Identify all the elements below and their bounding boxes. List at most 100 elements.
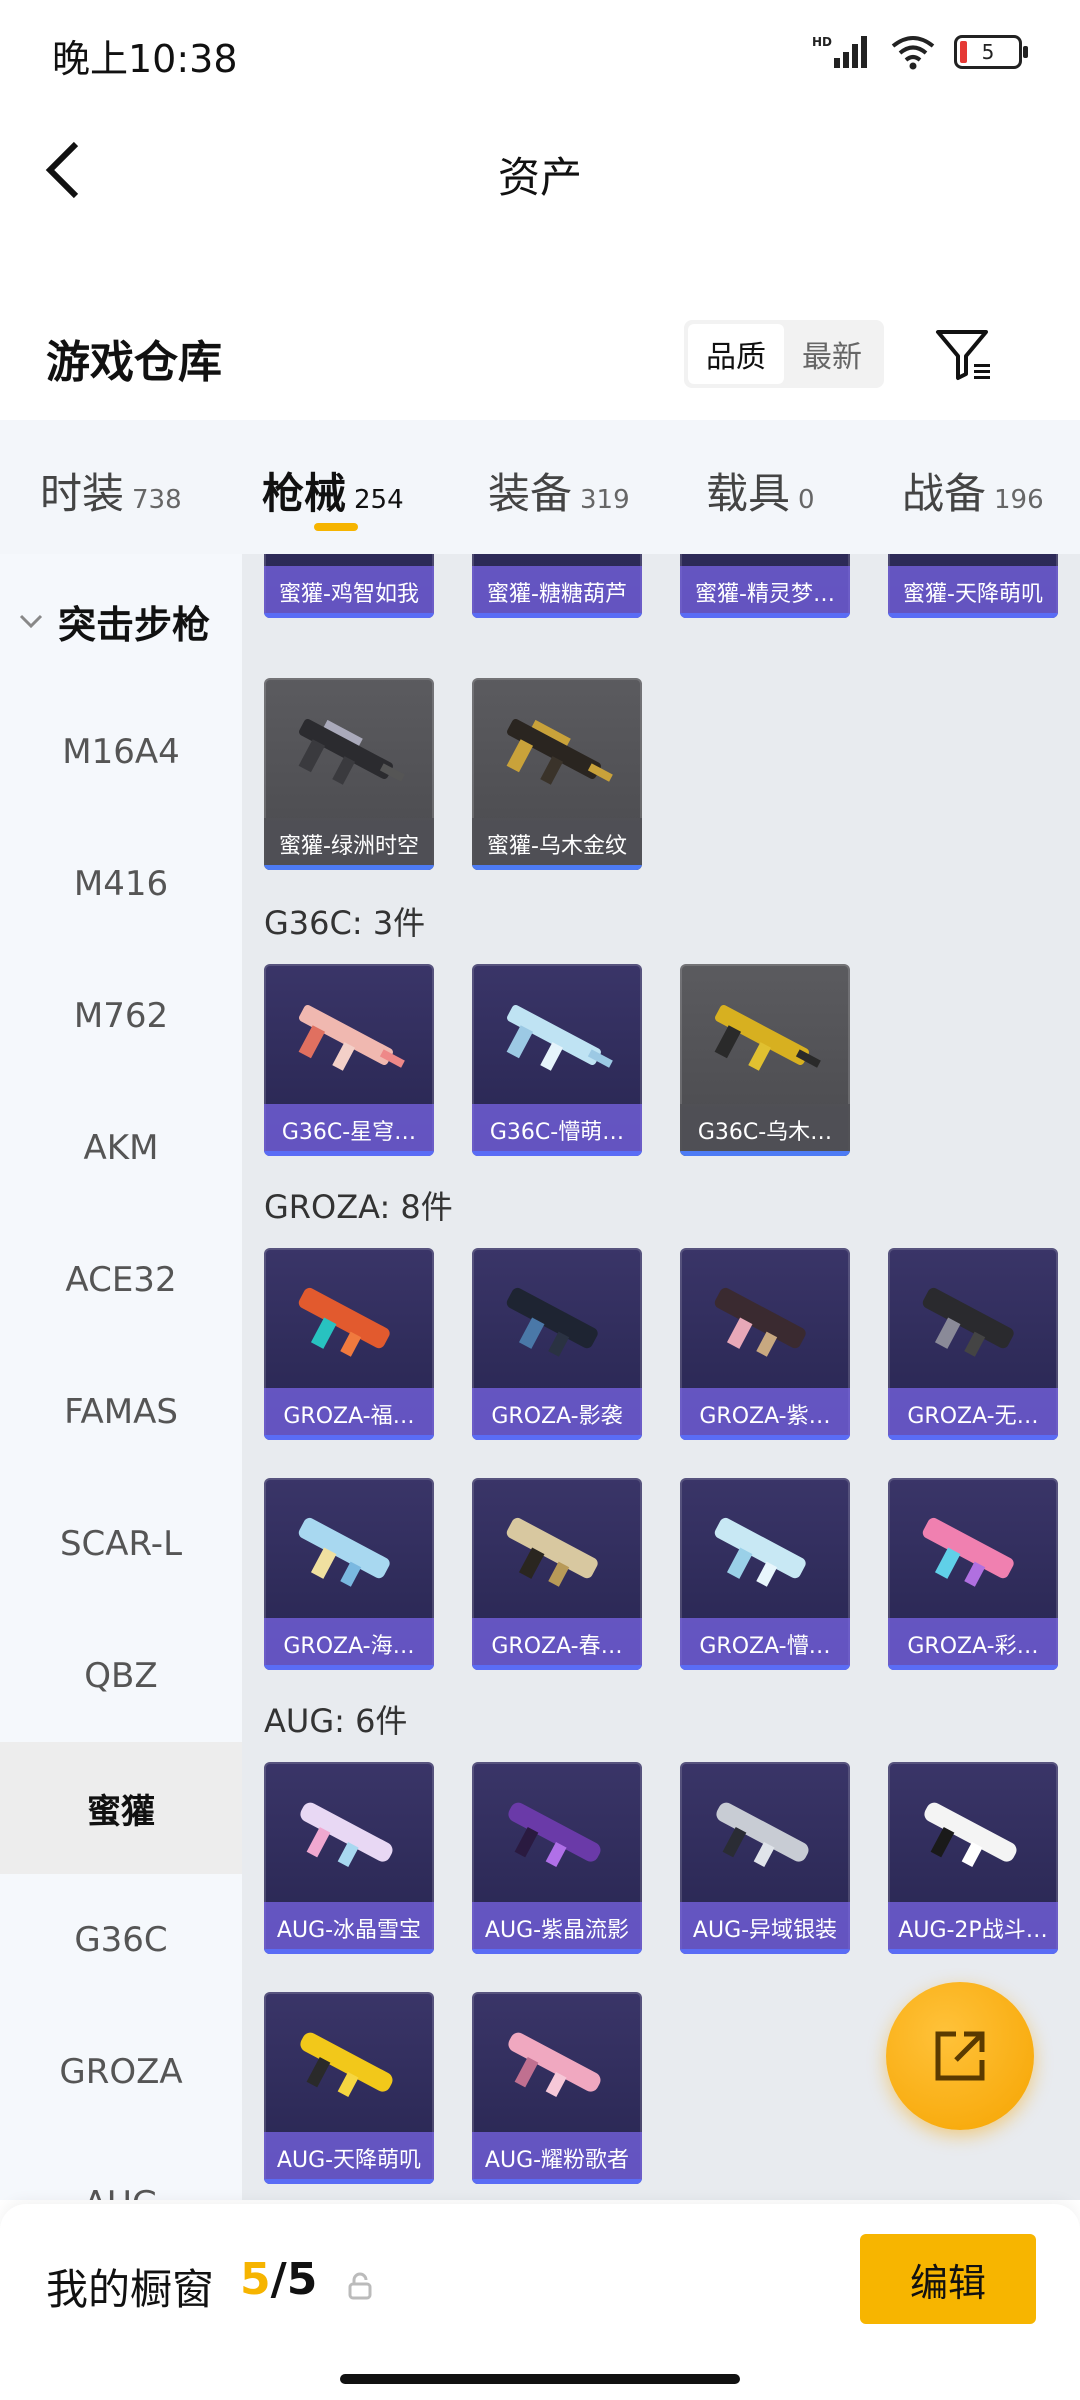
skin-card[interactable]: GROZA-福… <box>264 1248 434 1440</box>
skin-card[interactable]: AUG-2P战斗… <box>888 1762 1058 1954</box>
tab-label: 战备 <box>902 469 987 518</box>
section-title: 游戏仓库 <box>46 337 222 388</box>
skin-card[interactable]: 蜜獾-糖糖葫芦 <box>472 554 642 618</box>
showcase-bar: 我的橱窗 5/5 编辑 <box>0 2204 1080 2400</box>
skin-card[interactable]: 蜜獾-乌木金纹 <box>472 678 642 870</box>
status-bar: 晚上10:38 HD 5 <box>0 0 1080 110</box>
tab-count: 196 <box>994 485 1044 515</box>
sidebar-item-groza[interactable]: GROZA <box>0 2006 242 2138</box>
svg-text:HD: HD <box>812 35 832 49</box>
showcase-total: /5 <box>270 2254 318 2305</box>
tab-vehicles[interactable]: 载具 0 <box>706 460 815 521</box>
group-label-g36c: G36C: 3件 <box>264 904 426 942</box>
skin-name: GROZA-春… <box>472 1618 642 1670</box>
tab-count: 254 <box>354 485 404 515</box>
signal-icon: HD <box>812 35 867 68</box>
wifi-icon <box>891 36 935 70</box>
skin-card[interactable]: GROZA-懵… <box>680 1478 850 1670</box>
skin-card[interactable]: GROZA-彩… <box>888 1478 1058 1670</box>
skin-name: G36C-星穹… <box>264 1104 434 1156</box>
skin-card[interactable]: AUG-异域银装 <box>680 1762 850 1954</box>
gun-icon <box>300 1802 393 1868</box>
sidebar-item-akm[interactable]: AKM <box>0 1082 242 1214</box>
sidebar-item-m762[interactable]: M762 <box>0 950 242 1082</box>
skin-name: 蜜獾-天降萌叽 <box>888 566 1058 618</box>
skin-card[interactable]: 蜜獾-绿洲时空 <box>264 678 434 870</box>
skin-card[interactable]: G36C-懵萌… <box>472 964 642 1156</box>
skin-card[interactable]: AUG-天降萌叽 <box>264 1992 434 2184</box>
tab-fashion[interactable]: 时装 738 <box>40 460 182 521</box>
skin-name: GROZA-懵… <box>680 1618 850 1670</box>
gun-icon <box>298 1287 390 1357</box>
skin-card[interactable]: GROZA-影袭 <box>472 1248 642 1440</box>
share-icon <box>935 2031 985 2081</box>
active-tab-indicator <box>314 523 358 531</box>
skin-name: GROZA-彩… <box>888 1618 1058 1670</box>
skin-card[interactable]: AUG-冰晶雪宝 <box>264 1762 434 1954</box>
share-button[interactable] <box>886 1982 1034 2130</box>
gun-icon <box>714 1517 806 1587</box>
gun-icon <box>300 2032 393 2098</box>
sidebar-item-aug[interactable]: AUG <box>0 2138 242 2200</box>
skin-card[interactable]: G36C-乌木… <box>680 964 850 1156</box>
tab-count: 319 <box>580 485 630 515</box>
tab-label: 装备 <box>488 469 573 518</box>
sidebar-item-g36c[interactable]: G36C <box>0 1874 242 2006</box>
showcase-label: 我的橱窗 <box>46 2265 215 2314</box>
skin-name: 蜜獾-乌木金纹 <box>472 818 642 870</box>
gun-icon <box>298 718 405 785</box>
battery-level: 5 <box>981 40 995 64</box>
sidebar-item-ace32[interactable]: ACE32 <box>0 1214 242 1346</box>
gun-icon <box>714 1287 806 1357</box>
skin-card[interactable]: G36C-星穹… <box>264 964 434 1156</box>
gun-icon <box>508 2032 601 2098</box>
showcase-count: 5/5 <box>240 2254 317 2305</box>
skin-card[interactable]: AUG-紫晶流影 <box>472 1762 642 1954</box>
skin-card[interactable]: 蜜獾-天降萌叽 <box>888 554 1058 618</box>
skin-name: G36C-懵萌… <box>472 1104 642 1156</box>
sidebar-category[interactable]: 突击步枪 <box>18 594 210 649</box>
sort-quality-option[interactable]: 品质 <box>688 324 784 384</box>
sidebar-item-scar-l[interactable]: SCAR-L <box>0 1478 242 1610</box>
home-indicator <box>340 2374 740 2384</box>
edit-button[interactable]: 编辑 <box>860 2234 1036 2324</box>
tab-firearms[interactable]: 枪械 254 <box>262 460 404 521</box>
battery-icon: 5 <box>954 35 1028 69</box>
sidebar-item-m416[interactable]: M416 <box>0 818 242 950</box>
skin-name: AUG-紫晶流影 <box>472 1902 642 1954</box>
showcase-current: 5 <box>240 2254 271 2305</box>
tab-equipment[interactable]: 装备 319 <box>488 460 630 521</box>
tab-label: 载具 <box>706 469 791 518</box>
skin-name: 蜜獾-精灵梦… <box>680 566 850 618</box>
page-title: 资产 <box>497 153 582 202</box>
filter-icon[interactable] <box>932 322 996 386</box>
sidebar-item-mihuang[interactable]: 蜜獾 <box>0 1742 242 1874</box>
skin-name: 蜜獾-糖糖葫芦 <box>472 566 642 618</box>
skin-card[interactable]: 蜜獾-精灵梦… <box>680 554 850 618</box>
gun-icon <box>506 1004 613 1071</box>
gun-icon <box>506 718 613 785</box>
skin-card[interactable]: GROZA-海… <box>264 1478 434 1670</box>
skin-card[interactable]: GROZA-春… <box>472 1478 642 1670</box>
gun-icon <box>298 1004 405 1071</box>
skin-name: 蜜獾-绿洲时空 <box>264 818 434 870</box>
sidebar-item-qbz[interactable]: QBZ <box>0 1610 242 1742</box>
skin-card[interactable]: AUG-耀粉歌者 <box>472 1992 642 2184</box>
tab-gear[interactable]: 战备 196 <box>902 460 1044 521</box>
group-label-aug: AUG: 6件 <box>264 1702 408 1740</box>
sidebar-item-m16a4[interactable]: M16A4 <box>0 686 242 818</box>
skin-card[interactable]: 蜜獾-鸡智如我 <box>264 554 434 618</box>
header: 资产 <box>0 110 1080 230</box>
skin-name: AUG-天降萌叽 <box>264 2132 434 2184</box>
gun-icon <box>716 1802 809 1868</box>
status-time: 晚上10:38 <box>52 37 238 81</box>
gun-icon <box>506 1287 598 1357</box>
skin-name: GROZA-影袭 <box>472 1388 642 1440</box>
skin-card[interactable]: GROZA-无… <box>888 1248 1058 1440</box>
category-tabs: 时装 738 枪械 254 装备 319 载具 0 战备 196 <box>0 420 1080 554</box>
skin-card[interactable]: GROZA-紫… <box>680 1248 850 1440</box>
skin-name: GROZA-海… <box>264 1618 434 1670</box>
gun-icon <box>922 1287 1014 1357</box>
sidebar-item-famas[interactable]: FAMAS <box>0 1346 242 1478</box>
sort-latest-option[interactable]: 最新 <box>784 324 880 384</box>
